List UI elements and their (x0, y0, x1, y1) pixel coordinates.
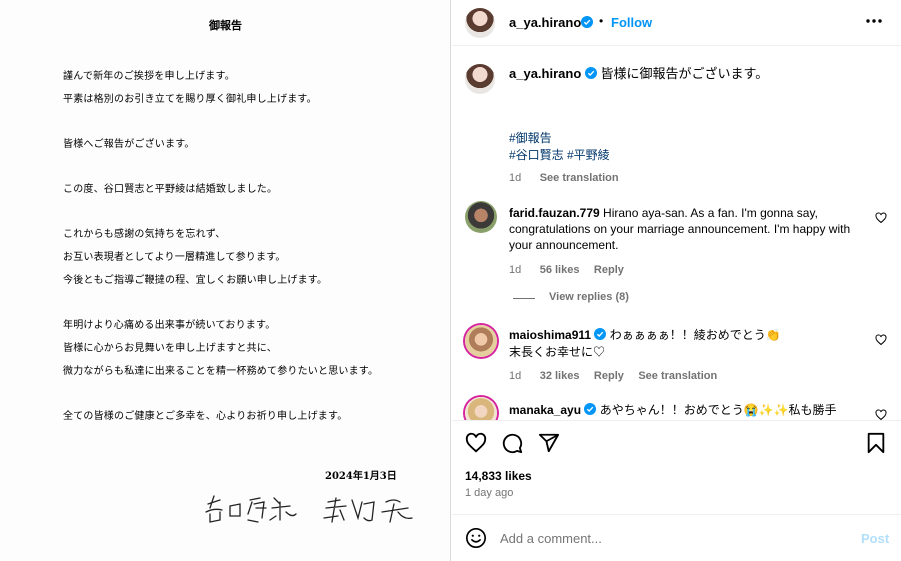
comment-composer: Post (452, 514, 901, 561)
post-image[interactable]: 御報告 謹んで新年のご挨拶を申し上げます。 平素は格別のお引き立てを賜り厚く御礼… (0, 0, 451, 561)
avatar[interactable] (465, 8, 495, 38)
letter-line: 全ての皆様のご健康とご多幸を、心よりお祈り申し上げます。 (63, 411, 348, 422)
likes-count[interactable]: 14,833 likes (465, 469, 532, 483)
like-comment-heart-icon[interactable] (875, 212, 887, 224)
view-replies-button[interactable]: View replies (8) (549, 291, 629, 303)
share-send-icon[interactable] (538, 432, 560, 454)
caption: a_ya.hirano 皆様に御報告がございます。 (509, 66, 879, 82)
comments-list[interactable]: a_ya.hirano 皆様に御報告がございます。 #御報告 #谷口賢志 #平野… (452, 47, 901, 420)
post-header: a_ya.hirano • Follow (452, 0, 901, 46)
letter-line: 今後ともご指導ご鞭撻の程、宜しくお願い申し上げます。 (63, 275, 328, 286)
replies-divider (513, 298, 535, 299)
avatar[interactable] (465, 325, 497, 357)
letter-line: 皆様に心からお見舞いを申し上げますと共に、 (63, 343, 277, 354)
comment-input[interactable] (500, 528, 830, 548)
comment-likes[interactable]: 32 likes (540, 370, 580, 382)
letter-line: これからも感謝の気持ちを忘れず、 (63, 229, 226, 240)
comment-username[interactable]: manaka_ayu (509, 403, 581, 417)
caption-meta: 1d See translation (509, 168, 619, 186)
like-comment-heart-icon[interactable] (875, 334, 887, 346)
comment-meta: 1d 56 likes Reply (509, 260, 624, 278)
caption-username[interactable]: a_ya.hirano (509, 66, 581, 81)
hashtag-link[interactable]: #御報告 (509, 129, 552, 146)
like-comment-heart-icon[interactable] (875, 409, 887, 420)
hashtag-link[interactable]: #谷口賢志 #平野綾 (509, 146, 610, 163)
post-timestamp: 1 day ago (465, 487, 514, 499)
see-translation-button[interactable]: See translation (638, 370, 717, 382)
header-username[interactable]: a_ya.hirano (509, 15, 581, 30)
more-horizontal-icon[interactable] (865, 18, 883, 24)
comment-text: 末長くお幸せに♡ (509, 345, 606, 359)
reply-button[interactable]: Reply (594, 370, 624, 382)
letter-date: 2024年1月3日 (325, 471, 397, 482)
like-heart-icon[interactable] (465, 432, 487, 454)
save-bookmark-icon[interactable] (866, 432, 886, 454)
post-details-panel: a_ya.hirano • Follow a_ya.hirano 皆様に御報告が… (452, 0, 901, 561)
verified-badge-icon (594, 328, 607, 340)
comment: farid.fauzan.779 Hirano aya-san. As a fa… (509, 205, 869, 253)
letter-line: 皆様へご報告がございます。 (63, 139, 195, 150)
handwritten-signature (205, 495, 413, 523)
letter-line: 謹んで新年のご挨拶を申し上げます。 (63, 71, 235, 82)
avatar[interactable] (465, 64, 495, 94)
letter-line: お互い表現者としてより一層精進して参ります。 (63, 252, 286, 263)
avatar[interactable] (465, 201, 497, 233)
comment-time: 1d (509, 370, 522, 382)
letter-line: 微力ながらも私達に出来ることを精一杯務めて参りたいと思います。 (63, 366, 379, 377)
header-separator: • (599, 14, 604, 28)
caption-time: 1d (509, 172, 522, 184)
comment-username[interactable]: farid.fauzan.779 (509, 206, 600, 220)
reply-button[interactable]: Reply (594, 264, 624, 276)
see-translation-button[interactable]: See translation (540, 172, 619, 184)
comment-text: わぁぁぁぁ！！綾おめでとう👏 (609, 328, 781, 342)
letter-title: 御報告 (209, 19, 242, 32)
verified-badge-icon (584, 67, 597, 79)
comment: maioshima911 わぁぁぁぁ！！綾おめでとう👏 末長くお幸せに♡ (509, 327, 869, 361)
emoji-smiley-icon[interactable] (465, 527, 487, 549)
letter-line: 年明けより心痛める出来事が続いております。 (63, 320, 276, 331)
post-comment-button[interactable]: Post (861, 531, 889, 546)
comment-likes[interactable]: 56 likes (540, 264, 580, 276)
comment-bubble-icon[interactable] (501, 432, 523, 454)
comment-text: あやちゃん！！おめでとう😭✨✨私も勝手 (599, 403, 837, 417)
post-actions: 14,833 likes 1 day ago (452, 420, 901, 510)
letter-line: この度、谷口賢志と平野綾は結婚致しました。 (63, 184, 278, 195)
verified-badge-icon (581, 16, 593, 28)
follow-button[interactable]: Follow (611, 15, 652, 30)
verified-badge-icon (584, 403, 597, 415)
letter-line: 平素は格別のお引き立てを賜り厚く御礼申し上げます。 (63, 94, 317, 105)
caption-text: 皆様に御報告がございます。 (600, 66, 769, 81)
comment: manaka_ayu あやちゃん！！おめでとう😭✨✨私も勝手 (509, 402, 869, 418)
avatar[interactable] (465, 397, 497, 420)
comment-username[interactable]: maioshima911 (509, 328, 591, 342)
comment-time: 1d (509, 264, 522, 276)
comment-meta: 1d 32 likes Reply See translation (509, 366, 717, 384)
